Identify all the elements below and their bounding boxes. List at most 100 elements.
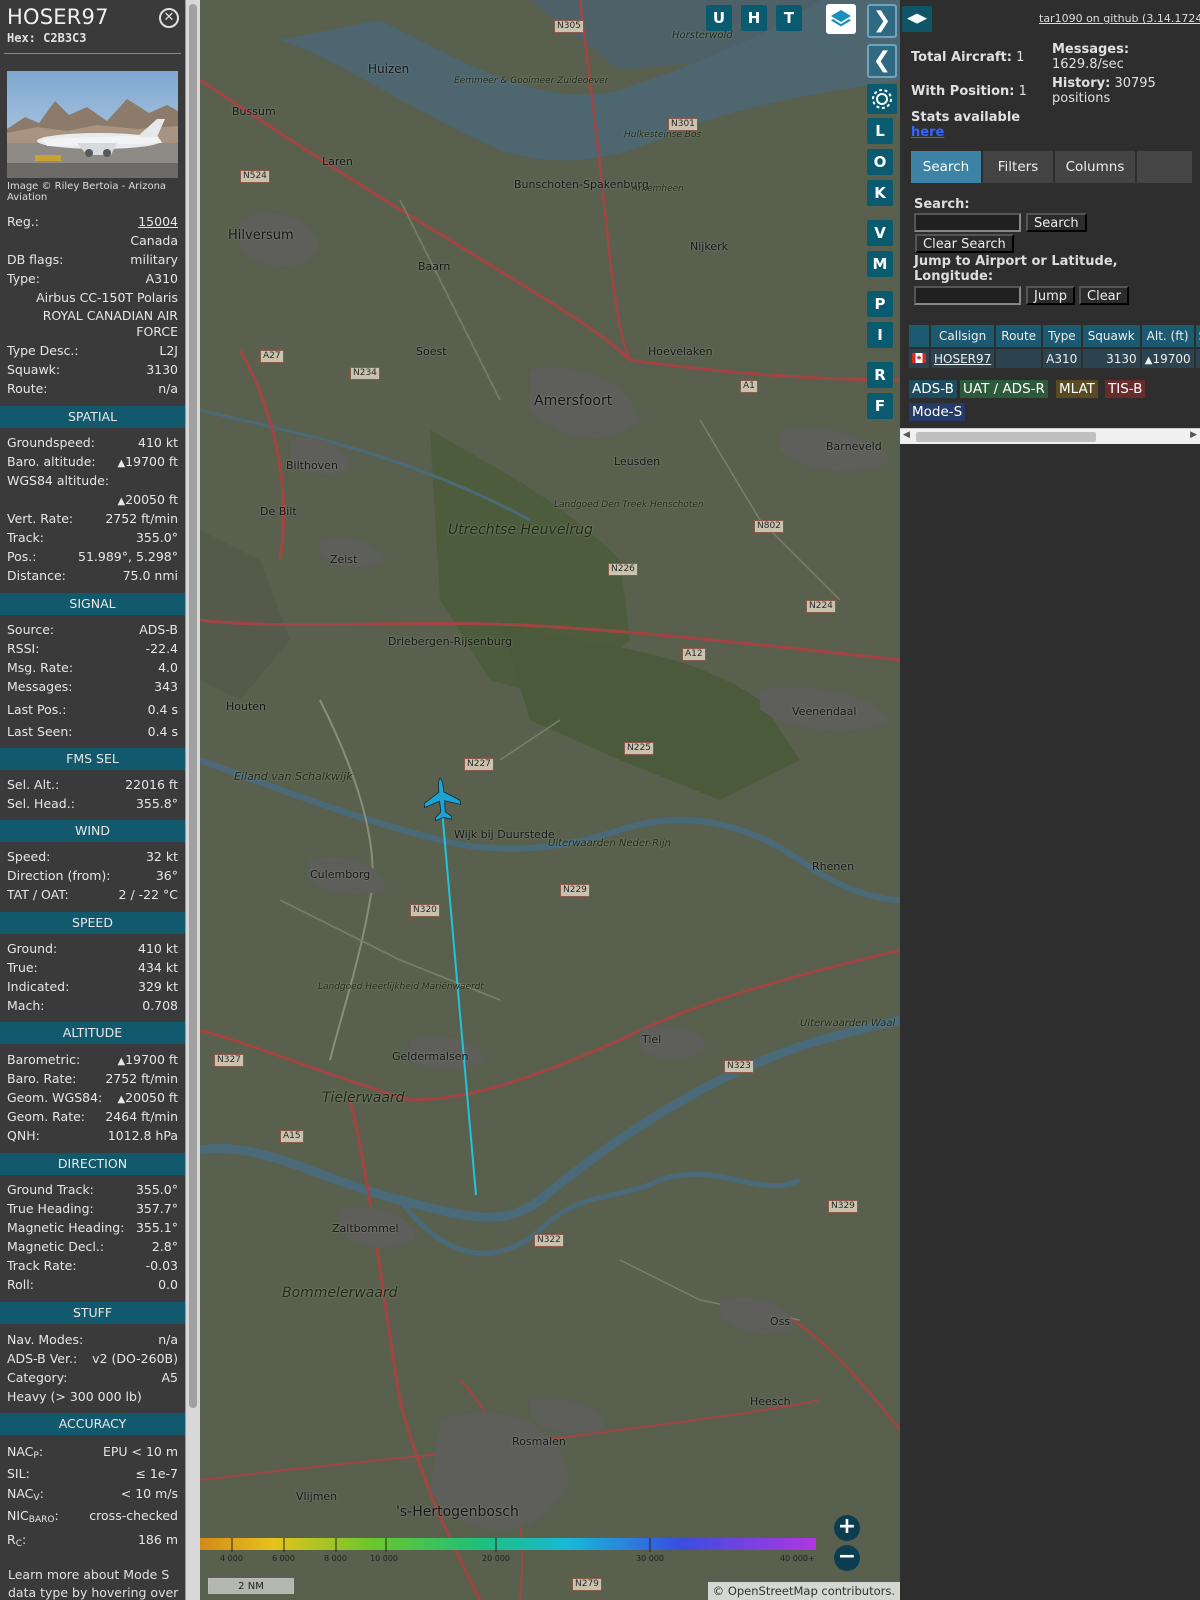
db-flags-row: DB flags: military [7, 252, 178, 267]
map-road-label: N322 [534, 1234, 564, 1247]
left-panel-scrollbar[interactable] [185, 0, 200, 1600]
osm-link[interactable]: OpenStreetMap [728, 1584, 818, 1598]
toggle-p-button[interactable]: P [867, 291, 893, 317]
registration-link[interactable]: 15004 [138, 212, 178, 231]
category-desc-row: Heavy (> 300 000 lb) [7, 1389, 142, 1404]
table-header-row: Callsign Route Type Squawk Alt. (ft) Sp [909, 325, 1200, 347]
history-value: History: 30795 [1052, 76, 1156, 91]
map-place-label: Hilversum [228, 228, 294, 243]
map-canvas[interactable] [200, 0, 900, 1600]
map-place-label: Eemmeer & Gooimeer Zuideoever [454, 76, 609, 86]
toggle-u-button[interactable]: U [706, 5, 732, 31]
tab-filters[interactable]: Filters [983, 151, 1053, 183]
search-button[interactable]: Search [1026, 213, 1087, 232]
map-place-label: Hulkesteinse Bos [624, 130, 702, 140]
map-place-label: Driebergen-Rijsenburg [388, 635, 513, 648]
back-icon[interactable]: ❮ [867, 44, 897, 78]
row-route [996, 349, 1042, 368]
source-uat-badge: UAT / ADS-R [960, 380, 1048, 398]
toggle-v-button[interactable]: V [867, 220, 893, 246]
map-road-label: N226 [608, 563, 638, 576]
scroll-right-icon[interactable]: ▶ [1190, 430, 1197, 440]
forward-icon[interactable]: ❯ [867, 4, 897, 38]
jump-button[interactable]: Jump [1026, 286, 1075, 305]
geom-wgs84-row: Geom. WGS84: ▲20050 ft [7, 1090, 178, 1105]
groundspeed-row: Groundspeed: 410 kt [7, 435, 178, 450]
row-callsign[interactable]: HOSER97 [931, 349, 995, 368]
section-speed: SPEED [0, 912, 185, 934]
github-link[interactable]: tar1090 on github (3.14.1724) [1039, 12, 1200, 25]
col-speed[interactable]: Sp [1195, 325, 1200, 347]
map-place-label: Laren [322, 155, 353, 168]
scrollbar-thumb[interactable] [916, 432, 1096, 442]
toggle-k-button[interactable]: K [867, 180, 893, 206]
close-icon[interactable]: ✕ [159, 8, 179, 28]
source-mlat-badge: MLAT [1056, 380, 1098, 398]
with-position: With Position: 1 [911, 84, 1027, 99]
map-place-label: Hoevelaken [648, 345, 713, 358]
map-view[interactable]: Hilversum Huizen Bussum Laren Baarn Soest Amer… [200, 0, 900, 1600]
toggle-m-button[interactable]: M [867, 251, 893, 277]
col-squawk[interactable]: Squawk [1082, 325, 1140, 347]
toggle-r-button[interactable]: R [867, 362, 893, 388]
clear-search-button[interactable]: Clear Search [915, 234, 1014, 253]
map-place-label: Tiel [642, 1033, 662, 1046]
tat-oat-row: TAT / OAT: 2 / -22 °C [7, 887, 178, 902]
table-horizontal-scrollbar[interactable]: ◀ ▶ [900, 428, 1200, 444]
map-place-label: Vlijmen [296, 1490, 338, 1503]
magnetic-heading-row: Magnetic Heading: 355.1° [7, 1220, 178, 1235]
aircraft-list-panel: ◀▶ tar1090 on github (3.14.1724) Total A… [900, 0, 1200, 1600]
map-place-label: Eiland van Schalkwijk [234, 770, 353, 783]
toggle-o-button[interactable]: O [867, 149, 893, 175]
toggle-f-button[interactable]: F [867, 393, 893, 419]
map-place-label: Rhenen [812, 860, 855, 873]
stats-link[interactable]: here [911, 125, 944, 140]
search-input[interactable] [914, 213, 1021, 232]
scrollbar-thumb[interactable] [189, 4, 197, 1408]
type-desc-row: Type Desc.: L2J [7, 343, 178, 358]
expand-arrows-icon[interactable]: ◀▶ [902, 6, 932, 32]
zoom-in-button[interactable]: + [834, 1515, 860, 1541]
clear-button[interactable]: Clear [1079, 286, 1129, 305]
map-place-label: Arkemheen [632, 184, 684, 194]
type-row: Type: A310 [7, 271, 178, 286]
section-signal: SIGNAL [0, 593, 185, 615]
map-road-label: N329 [828, 1200, 858, 1213]
map-place-label: Amersfoort [534, 393, 613, 409]
map-road-label: N802 [754, 520, 784, 533]
layers-icon[interactable] [826, 4, 856, 34]
map-road-label: A27 [260, 350, 284, 363]
scroll-left-icon[interactable]: ◀ [903, 430, 910, 440]
aircraft-table: Callsign Route Type Squawk Alt. (ft) Sp … [907, 323, 1200, 370]
toggle-i-button[interactable]: I [867, 322, 893, 348]
wind-direction-row: Direction (from): 36° [7, 868, 178, 883]
photo-credit[interactable]: Image © Riley Bertoia - Arizona Aviation [7, 181, 182, 203]
gear-icon[interactable] [867, 84, 897, 114]
map-road-label: A12 [682, 648, 706, 661]
aircraft-photo[interactable] [7, 71, 178, 178]
row-speed [1195, 349, 1200, 368]
track-row: Track: 355.0° [7, 530, 178, 545]
map-road-label: N327 [214, 1054, 244, 1067]
col-route[interactable]: Route [996, 325, 1042, 347]
toggle-h-button[interactable]: H [741, 5, 767, 31]
toggle-l-button[interactable]: L [867, 118, 893, 144]
tab-columns[interactable]: Columns [1055, 151, 1135, 183]
source-adsb-badge: ADS-B [909, 380, 957, 398]
position-row: Pos.: 51.989°, 5.298° [7, 549, 178, 564]
nacp-row: NACP: EPU < 10 m [7, 1444, 178, 1461]
toggle-t-button[interactable]: T [776, 5, 802, 31]
ground-track-row: Ground Track: 355.0° [7, 1182, 178, 1197]
vert-rate-row: Vert. Rate: 2752 ft/min [7, 511, 178, 526]
col-altitude[interactable]: Alt. (ft) [1141, 325, 1194, 347]
jump-input[interactable] [914, 286, 1021, 305]
col-flag[interactable] [909, 325, 929, 347]
zoom-out-button[interactable]: − [834, 1545, 860, 1571]
col-callsign[interactable]: Callsign [931, 325, 995, 347]
map-scale-bar: 2 NM [208, 1578, 294, 1594]
route-row: Route: n/a [7, 381, 178, 396]
tab-search[interactable]: Search [911, 151, 981, 183]
table-row[interactable]: HOSER97 A310 3130 ▲19700 [909, 349, 1200, 368]
map-road-label: A1 [740, 380, 758, 393]
col-type[interactable]: Type [1043, 325, 1081, 347]
